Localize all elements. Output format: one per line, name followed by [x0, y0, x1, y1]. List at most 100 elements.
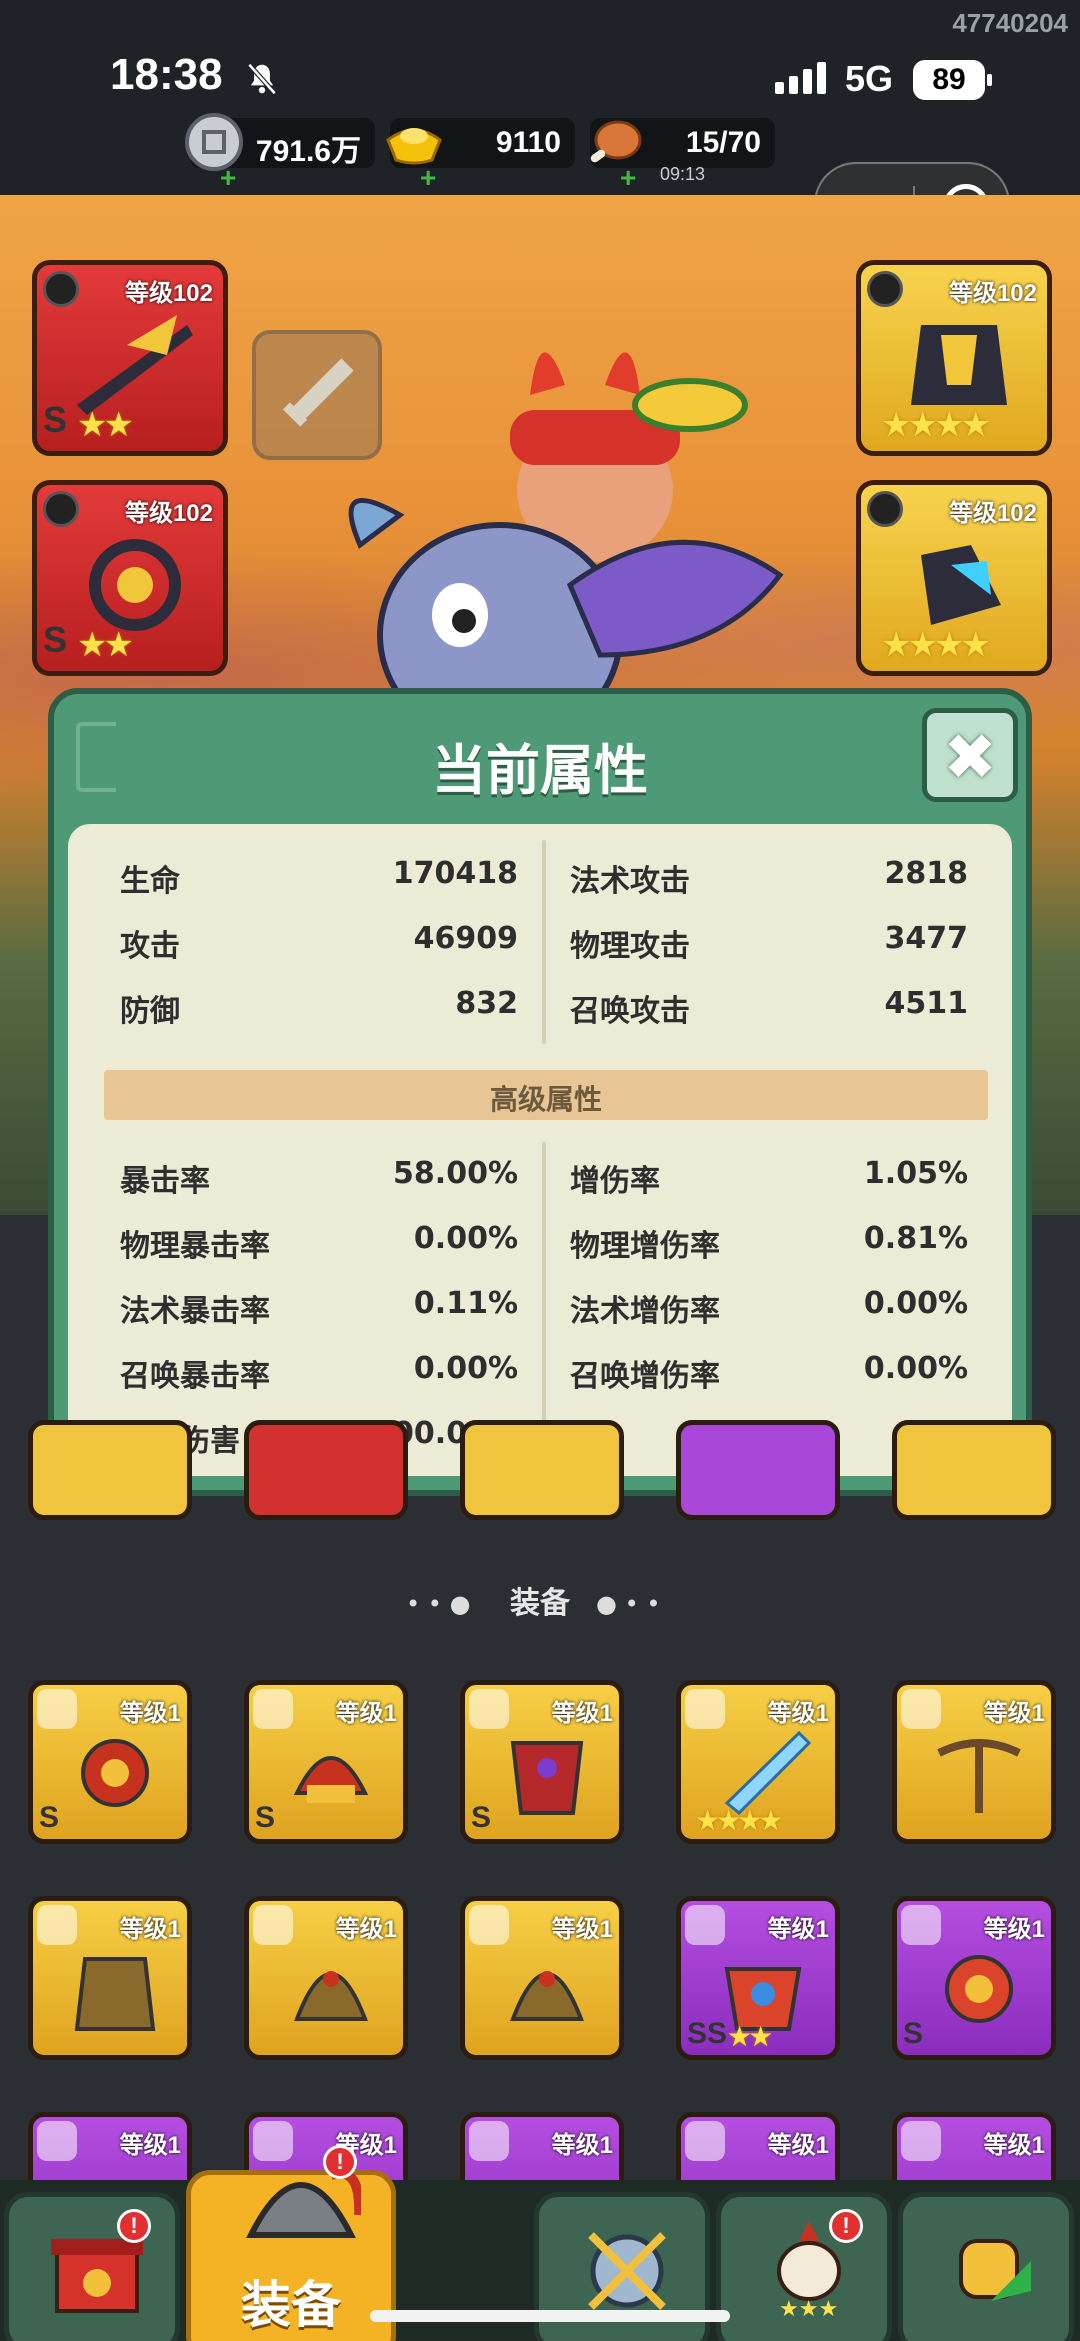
equipped-weapon-slot[interactable]: 等级102 S ★★ — [32, 260, 228, 456]
inventory-item[interactable]: 等级1 — [460, 1896, 624, 2060]
item-level: 等级1 — [983, 2132, 1045, 2159]
stat-value: 0.00% — [413, 1351, 518, 1386]
stat-value: 0.00% — [863, 1286, 968, 1321]
hidden-item-card[interactable] — [892, 1420, 1056, 1520]
equipment-section-title: 装备 — [510, 1586, 570, 1621]
notification-badge: ! — [117, 2209, 151, 2243]
hidden-item-card[interactable] — [244, 1420, 408, 1520]
inventory-item[interactable]: 等级1 — [892, 1680, 1056, 1844]
stat-row: 物理暴击率 0.00% — [120, 1221, 518, 1264]
inventory-item[interactable]: 等级1 SS ★★ — [676, 1896, 840, 2060]
gear-level: 等级102 — [948, 280, 1037, 307]
inventory-item[interactable]: 等级1 S — [244, 1680, 408, 1844]
notification-badge: ! — [829, 2209, 863, 2243]
inventory-item[interactable]: 等级1 S — [892, 1896, 1056, 2060]
advanced-title: 高级属性 — [489, 1083, 602, 1116]
stat-value: 0.00% — [413, 1221, 518, 1256]
inventory-item[interactable]: 等级1 — [28, 1896, 192, 2060]
svg-text:★★★: ★★★ — [779, 2297, 838, 2321]
nav-upgrade[interactable] — [898, 2192, 1074, 2341]
panel-title: 当前属性 — [432, 739, 648, 802]
hidden-item-card[interactable] — [460, 1420, 624, 1520]
stat-value: 46909 — [413, 921, 518, 956]
mask-art — [510, 1741, 584, 1815]
inventory-item[interactable]: 等级1 S — [28, 1680, 192, 1844]
stats-body: 生命 170418 攻击 46909 防御 832 法术攻击 2818 物理攻击 3477… — [68, 824, 1012, 1476]
stat-row: 物理增伤率 0.81% — [570, 1221, 968, 1264]
equipped-accessory-slot[interactable]: 等级102 S ★★ — [32, 480, 228, 676]
nav-hero[interactable]: ! — [4, 2192, 180, 2341]
column-divider — [542, 1142, 546, 1456]
stat-label: 法术暴击率 — [120, 1294, 270, 1329]
star-rating: ★★★★ — [695, 1804, 783, 1837]
nav-equipment-label: 装备 — [241, 2276, 341, 2334]
stamina-timer: 09:13 — [660, 164, 706, 184]
yin-yang-icon — [43, 491, 79, 527]
stat-value: 58.00% — [393, 1156, 518, 1191]
gear-level: 等级102 — [124, 500, 213, 527]
stat-row: 生命 170418 — [120, 856, 518, 899]
home-indicator[interactable] — [370, 2310, 730, 2322]
stat-label: 生命 — [120, 864, 180, 899]
inventory-item[interactable]: 等级1 — [244, 1896, 408, 2060]
grade-s: S — [903, 2017, 924, 2050]
stat-label: 物理增伤率 — [570, 1229, 720, 1264]
grade-s: S — [43, 619, 68, 660]
meat-leg-icon — [590, 120, 642, 163]
fist-upgrade-icon — [959, 2239, 1031, 2301]
nav-pet[interactable]: ★★★ ! — [716, 2192, 892, 2341]
equipped-armor-slot[interactable]: 等级102 ★★★★ — [856, 260, 1052, 456]
stat-label: 法术增伤率 — [570, 1294, 720, 1329]
add-silver-icon[interactable]: + — [220, 162, 236, 194]
star-rating: ★★★★ — [881, 625, 991, 665]
grade-s: S — [471, 1801, 492, 1834]
equipped-boots-slot[interactable]: 等级102 ★★★★ — [856, 480, 1052, 676]
grade-s: S — [39, 1801, 60, 1834]
crossbow-art — [937, 1739, 1021, 1813]
star-rating: ★★ — [77, 625, 134, 665]
yin-yang-icon — [43, 271, 79, 307]
stat-row: 法术增伤率 0.00% — [570, 1286, 968, 1329]
bronze-helmet-art — [510, 1971, 584, 2021]
stat-label: 召唤增伤率 — [570, 1359, 720, 1394]
add-stamina-icon[interactable]: + — [620, 162, 636, 194]
gold-ingot-icon — [386, 128, 442, 165]
network-type: 5G — [845, 58, 894, 99]
item-level: 等级1 — [119, 2132, 181, 2159]
medal-art — [945, 1955, 1013, 2023]
stat-value: 3477 — [884, 921, 969, 956]
stat-label: 物理暴击率 — [120, 1229, 270, 1264]
shield-swords-icon — [588, 2232, 666, 2310]
stat-row: 法术攻击 2818 — [570, 856, 969, 899]
yin-yang-icon — [867, 491, 903, 527]
resource-silver[interactable]: 791.6万 + — [185, 113, 375, 193]
stat-value: 1.05% — [863, 1156, 968, 1191]
hidden-item-card[interactable] — [28, 1420, 192, 1520]
battery-icon: 89 — [913, 60, 992, 100]
hidden-item-card[interactable] — [676, 1420, 840, 1520]
stat-row: 召唤攻击 4511 — [570, 986, 968, 1029]
stats-panel: 当前属性 ✖ 生命 170418 攻击 46909 防御 832 法术攻击 2818 物… — [48, 688, 1032, 1496]
grade-s: SS — [687, 2017, 728, 2050]
close-button[interactable]: ✖ — [922, 708, 1018, 802]
sword-type-icon — [901, 2121, 941, 2161]
inventory-item[interactable]: 等级1 S — [460, 1680, 624, 1844]
resource-gold[interactable]: 9110 + — [386, 118, 575, 193]
column-divider — [542, 840, 546, 1044]
section-dots-right: ● • • — [596, 1590, 661, 1618]
corner-id: 47740204 — [952, 8, 1068, 38]
inventory-item[interactable]: 等级1 ★★★★ — [676, 1680, 840, 1844]
stat-value: 832 — [455, 986, 518, 1021]
stat-value: 0.81% — [863, 1221, 968, 1256]
stat-row: 防御 832 — [120, 986, 518, 1029]
resource-stamina[interactable]: 15/70 09:13 + — [590, 118, 775, 193]
stat-value: 2818 — [884, 856, 969, 891]
nav-equipment[interactable]: 装备 ! — [186, 2145, 396, 2341]
signal-icon — [775, 62, 826, 94]
medal-art — [81, 1739, 149, 1807]
stat-label: 法术攻击 — [570, 864, 690, 899]
stat-row: 召唤暴击率 0.00% — [120, 1351, 518, 1394]
stamina-value: 15/70 — [685, 126, 761, 159]
add-gold-icon[interactable]: + — [420, 162, 436, 194]
stat-label: 增伤率 — [570, 1164, 660, 1199]
